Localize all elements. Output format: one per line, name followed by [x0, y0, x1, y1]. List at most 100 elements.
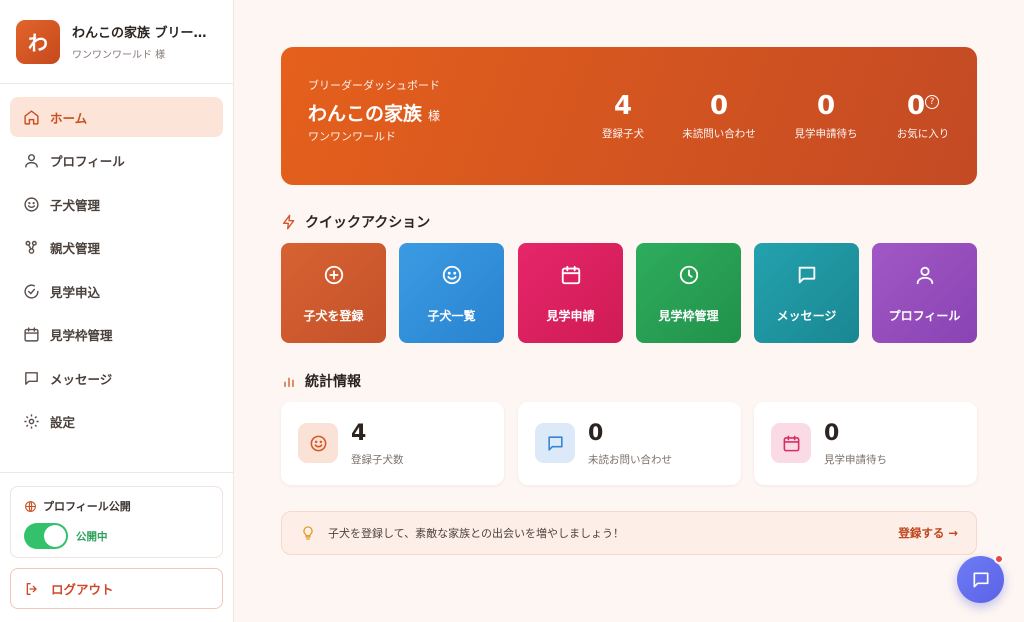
smile-icon	[24, 196, 39, 212]
lightbulb-icon	[303, 526, 313, 540]
logout-button[interactable]: ログアウト	[10, 568, 223, 609]
stat-value: 0	[824, 421, 840, 446]
hero-stat-value: 0	[709, 91, 729, 121]
sidebar-item-profile[interactable]: プロフィール	[10, 141, 223, 181]
brand-sub: ワンワンワールド 様	[72, 50, 166, 61]
quick-action-profile[interactable]: プロフィール	[872, 243, 977, 343]
check-circle-icon	[24, 284, 39, 299]
quick-action-label: 見学枠管理	[658, 309, 719, 323]
paw-icon	[25, 240, 37, 254]
hero-kicker: ブリーダーダッシュボード	[308, 79, 440, 92]
quick-action-visit-requests[interactable]: 見学申請	[518, 243, 623, 343]
dashboard-hero: ブリーダーダッシュボード わんこの家族様 ワンワンワールド 4 登録子犬 0 未…	[281, 47, 977, 185]
hero-title-name: わんこの家族	[308, 103, 423, 125]
sidebar-item-label: メッセージ	[50, 371, 113, 387]
hero-stat-label: お気に入り	[896, 128, 950, 140]
stats-section-title: 統計情報	[281, 371, 361, 391]
sidebar-item-label: 設定	[50, 415, 76, 430]
quick-action-puppy-list[interactable]: 子犬一覧	[399, 243, 504, 343]
calendar-icon	[783, 435, 799, 451]
hero-stat-puppies: 4 登録子犬	[599, 91, 647, 141]
hero-stat-value: 0	[816, 91, 836, 121]
home-icon	[24, 109, 39, 125]
gear-icon	[24, 414, 39, 429]
calendar-icon	[561, 265, 580, 285]
bar-chart-icon	[284, 377, 294, 387]
user-icon	[916, 266, 933, 285]
stat-icon-wrap	[771, 423, 811, 463]
hero-stat-favorites: 0? お気に入り	[891, 91, 955, 141]
hero-title-suffix: 様	[428, 109, 441, 123]
quick-action-register-puppy[interactable]: 子犬を登録	[281, 243, 386, 343]
brand-name: わんこの家族 ブリーダー	[72, 26, 216, 41]
message-icon	[547, 435, 563, 451]
message-icon	[25, 371, 38, 385]
profile-public-toggle[interactable]	[24, 523, 68, 549]
quick-action-label: メッセージ	[776, 309, 837, 323]
sidebar-item-label: ホーム	[50, 110, 88, 126]
section-title-text: 統計情報	[305, 374, 361, 390]
tip-text: 子犬を登録して、素敵な家族との出会いを増やしましょう！	[328, 527, 625, 540]
smile-icon	[442, 265, 461, 285]
sidebar-item-settings[interactable]: 設定	[10, 402, 223, 442]
sidebar-item-home[interactable]: ホーム	[10, 97, 223, 137]
hero-stat-visit-pending: 0 見学申請待ち	[790, 91, 862, 141]
stat-label: 見学申請待ち	[824, 454, 887, 466]
stat-icon-wrap	[298, 423, 338, 463]
lightning-icon	[283, 214, 295, 230]
sidebar-item-messages[interactable]: メッセージ	[10, 358, 223, 398]
sidebar-item-visit-slots[interactable]: 見学枠管理	[10, 315, 223, 355]
profile-public-status: 公開中	[76, 530, 108, 543]
quick-actions-title: クイックアクション	[281, 212, 430, 232]
notification-dot	[994, 554, 1004, 564]
sidebar: わ わんこの家族 ブリーダー ワンワンワールド 様 ホーム プロフィール 子犬管…	[0, 0, 234, 622]
toggle-knob	[44, 525, 66, 547]
stat-value: 4	[351, 421, 367, 446]
calendar-icon	[24, 327, 39, 342]
profile-public-title: プロフィール公開	[43, 500, 131, 513]
quick-action-label: プロフィール	[888, 309, 961, 323]
clock-icon	[679, 265, 698, 285]
tip-register-link[interactable]: 登録する →	[898, 525, 958, 541]
main-content: ブリーダーダッシュボード わんこの家族様 ワンワンワールド 4 登録子犬 0 未…	[234, 0, 1024, 622]
user-icon	[25, 154, 38, 168]
sidebar-item-label: 親犬管理	[50, 241, 101, 256]
plus-circle-icon	[324, 265, 343, 285]
sidebar-bottom: プロフィール公開 公開中 ログアウト	[0, 472, 233, 622]
sidebar-item-visit-requests[interactable]: 見学申込	[10, 271, 223, 311]
stat-card-unread: 0 未読お問い合わせ	[518, 402, 741, 485]
hero-stat-unread: 0 未読問い合わせ	[676, 91, 762, 141]
brand-header[interactable]: わ わんこの家族 ブリーダー ワンワンワールド 様	[0, 0, 233, 84]
globe-icon	[25, 500, 36, 512]
stat-card-visit-pending: 0 見学申請待ち	[754, 402, 977, 485]
sidebar-item-label: 子犬管理	[50, 197, 101, 213]
quick-action-label: 見学申請	[546, 309, 595, 323]
stat-icon-wrap	[535, 423, 575, 463]
hero-org: ワンワンワールド	[308, 130, 396, 143]
sidebar-item-parents[interactable]: 親犬管理	[10, 228, 223, 268]
quick-action-label: 子犬一覧	[427, 309, 476, 323]
quick-action-visit-slots[interactable]: 見学枠管理	[636, 243, 741, 343]
section-title-text: クイックアクション	[305, 215, 431, 231]
sidebar-nav: ホーム プロフィール 子犬管理 親犬管理 見学申込 見学枠管理 メッセージ 設定	[0, 84, 233, 442]
sidebar-item-puppies[interactable]: 子犬管理	[10, 184, 223, 224]
stat-value: 0	[588, 421, 604, 446]
chat-icon	[973, 572, 988, 587]
logout-icon	[26, 582, 37, 595]
hero-stat-label: 見学申請待ち	[794, 128, 858, 140]
smile-icon	[310, 435, 326, 451]
hero-title: わんこの家族様	[308, 99, 440, 126]
stat-label: 登録子犬数	[351, 454, 404, 466]
hero-stat-label: 登録子犬	[602, 128, 644, 140]
brand-logo: わ	[16, 19, 60, 64]
hero-stat-value: 0	[906, 91, 926, 121]
tip-banner: 子犬を登録して、素敵な家族との出会いを増やしましょう！ 登録する →	[281, 511, 977, 555]
quick-action-label: 子犬を登録	[303, 309, 364, 323]
quick-action-messages[interactable]: メッセージ	[754, 243, 859, 343]
sidebar-item-label: 見学枠管理	[50, 328, 113, 343]
profile-public-panel: プロフィール公開 公開中	[10, 486, 223, 558]
help-icon[interactable]: ?	[925, 95, 940, 109]
stat-card-puppies: 4 登録子犬数	[281, 402, 504, 485]
hero-stat-label: 未読問い合わせ	[682, 128, 756, 140]
sidebar-item-label: 見学申込	[50, 284, 101, 300]
